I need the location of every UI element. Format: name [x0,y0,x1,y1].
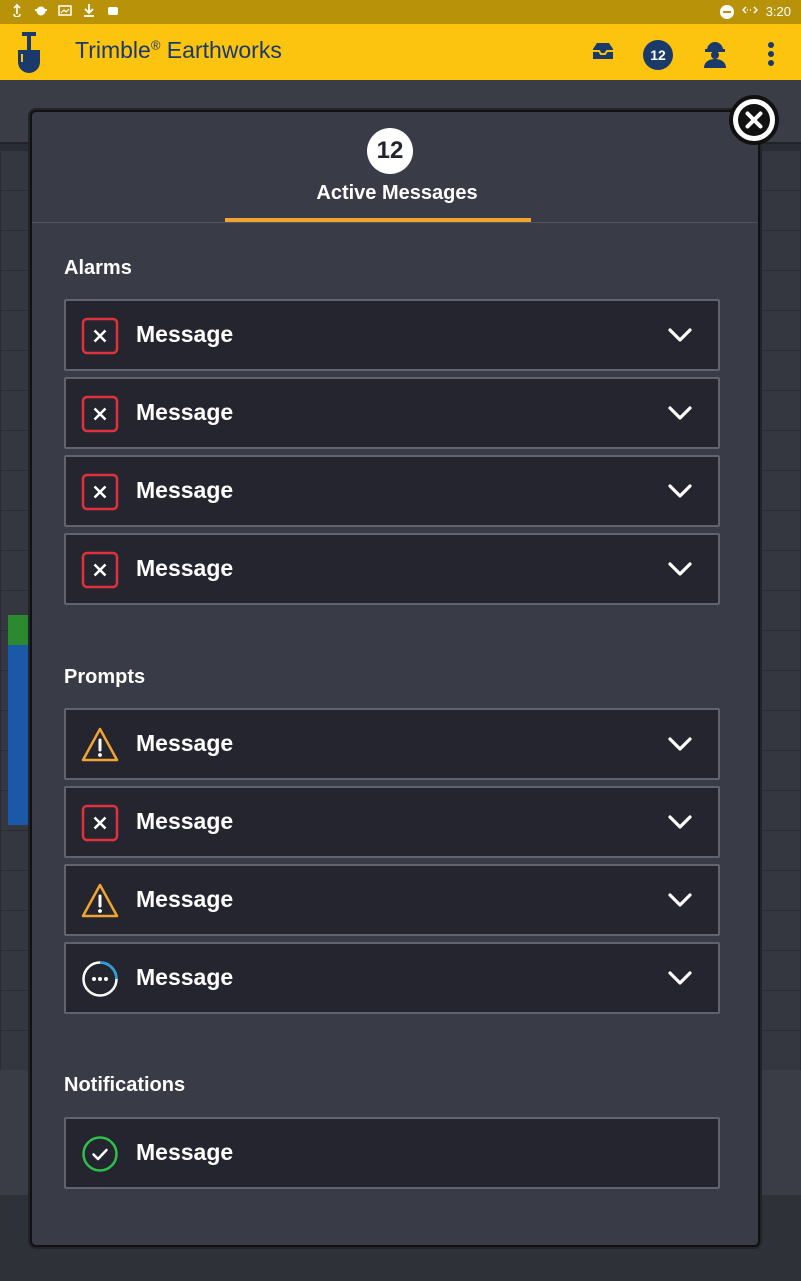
download-icon [82,3,96,17]
chevron-down-icon[interactable] [666,966,694,990]
in-progress-icon [82,961,118,997]
message-label: Message [136,477,234,503]
message-label: Message [136,555,234,581]
background-grade-bar-blue [8,645,30,825]
app-title: Trimble® Earthworks [75,37,282,64]
alarm-message-row[interactable]: Message [64,299,720,371]
chevron-down-icon[interactable] [666,810,694,834]
chevron-down-icon[interactable] [666,732,694,756]
do-not-disturb-icon [719,4,734,19]
error-icon [81,473,119,511]
close-dialog-button[interactable] [729,95,779,145]
background-grade-bar-green [8,615,30,645]
active-messages-count: 12 [367,128,413,174]
chevron-down-icon[interactable] [666,323,694,347]
app-bar: Trimble® Earthworks 12 [0,24,801,80]
header-divider [32,222,758,223]
data-sync-icon [741,3,758,20]
chevron-down-icon[interactable] [666,479,694,503]
alarms-section-label: Alarms [64,257,132,279]
app-title-product: Earthworks [160,37,282,63]
error-icon [81,804,119,842]
inbox-icon[interactable] [588,38,618,68]
prompt-message-row[interactable]: Message [64,708,720,780]
prompt-message-row[interactable]: Message [64,786,720,858]
error-icon [81,551,119,589]
alarm-message-row[interactable]: Message [64,533,720,605]
active-messages-dialog: 12 Active Messages Alarms Message Messag… [30,110,760,1247]
shovel-logo-icon [18,32,40,73]
message-label: Message [136,964,234,990]
status-time: 3:20 [765,4,791,19]
message-label: Message [136,1139,234,1165]
android-debug-icon [34,3,48,17]
alarm-message-row[interactable]: Message [64,377,720,449]
status-bar: 3:20 [0,0,801,24]
notifications-section-label: Notifications [64,1074,186,1096]
error-icon [81,395,119,433]
error-icon [81,317,119,355]
chevron-down-icon[interactable] [666,888,694,912]
alarm-message-row[interactable]: Message [64,455,720,527]
overflow-menu-icon[interactable] [765,40,777,70]
warning-icon [81,727,119,762]
usb-icon [10,3,24,18]
dialog-title[interactable]: Active Messages [32,182,762,205]
message-label: Message [136,399,234,425]
success-check-icon [82,1136,118,1172]
message-count-badge[interactable]: 12 [643,40,673,70]
message-label: Message [136,886,234,912]
message-label: Message [136,808,234,834]
prompt-message-row[interactable]: Message [64,864,720,936]
android-icon [106,3,120,17]
registered-mark: ® [150,37,161,53]
app-title-brand: Trimble [75,37,151,63]
chevron-down-icon[interactable] [666,401,694,425]
prompt-message-row[interactable]: Message [64,942,720,1014]
image-icon [58,3,72,17]
warning-icon [81,883,119,918]
message-label: Message [136,730,234,756]
notification-message-row[interactable]: Message [64,1117,720,1189]
prompts-section-label: Prompts [64,666,146,688]
message-label: Message [136,321,234,347]
operator-icon[interactable] [700,38,730,68]
chevron-down-icon[interactable] [666,557,694,581]
close-icon [738,104,770,136]
